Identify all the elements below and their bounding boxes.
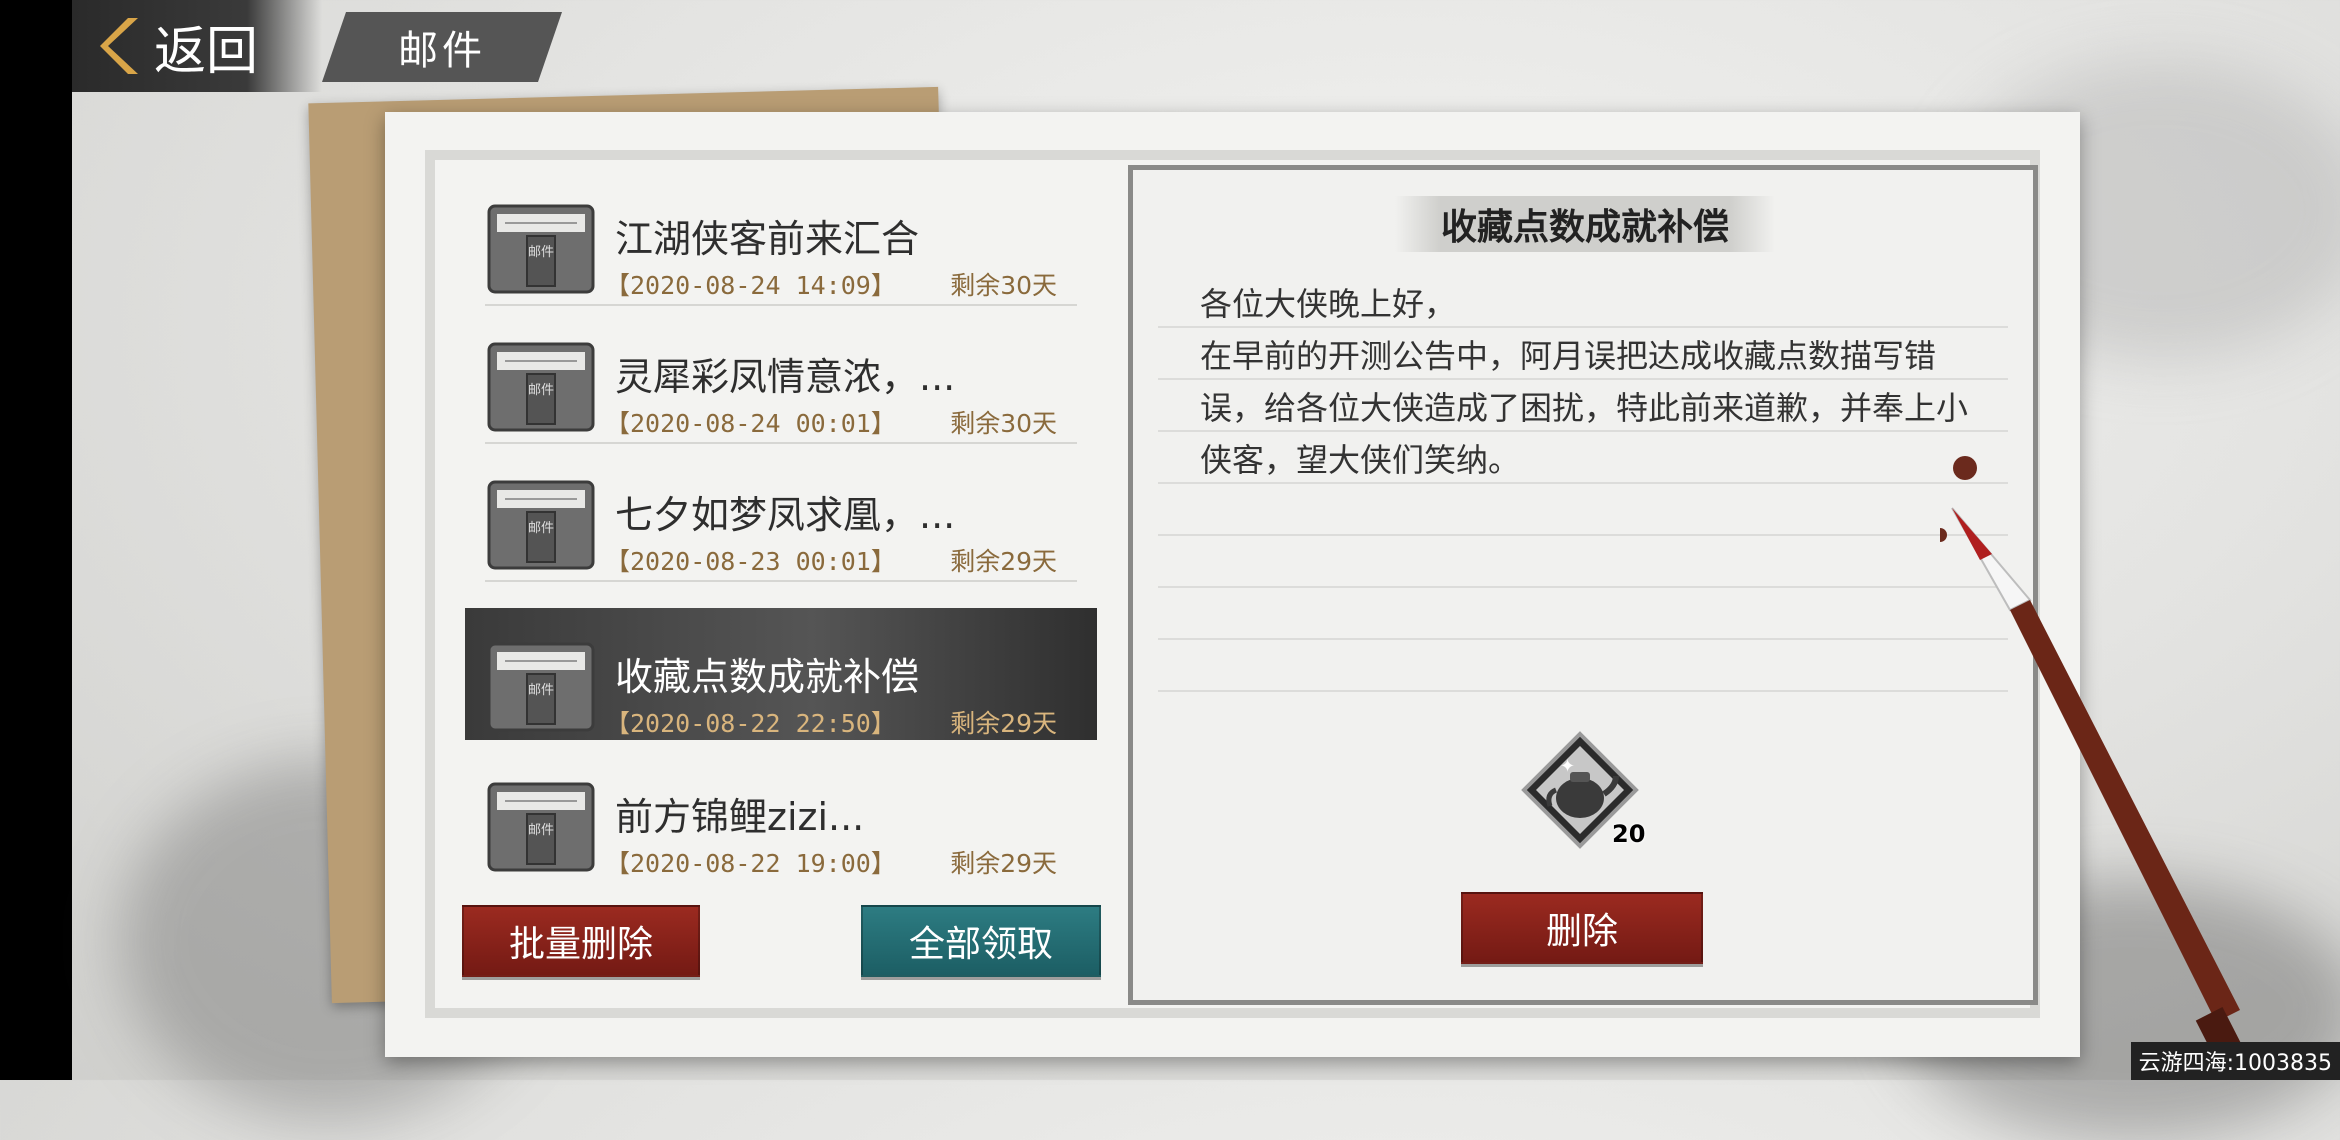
mail-icon-label: 邮件 bbox=[528, 683, 554, 698]
mail-remaining-days: 剩余30天 bbox=[950, 271, 1057, 300]
back-button[interactable]: 返回 bbox=[72, 0, 322, 92]
ruled-line bbox=[1158, 534, 2008, 536]
mail-icon-label: 邮件 bbox=[528, 245, 554, 260]
mail-date: 【2020-08-24 14:09】 bbox=[605, 271, 896, 300]
claim-all-button[interactable]: 全部领取 bbox=[861, 905, 1101, 977]
mail-date: 【2020-08-24 00:01】 bbox=[605, 409, 896, 438]
mail-envelope-icon: 邮件 bbox=[487, 342, 595, 432]
mail-icon-label: 邮件 bbox=[528, 521, 554, 536]
back-label: 返回 bbox=[154, 21, 259, 82]
mail-detail-title: 收藏点数成就补偿 bbox=[1440, 207, 1729, 248]
page-title-tab: 邮件 bbox=[322, 12, 562, 82]
mail-icon-label: 邮件 bbox=[528, 823, 554, 838]
mail-title: 前方锦鲤zizi... bbox=[615, 795, 865, 839]
mail-envelope-icon: 邮件 bbox=[487, 642, 595, 732]
mail-detail-title-bar: 收藏点数成就补偿 bbox=[1395, 196, 1775, 252]
mail-envelope-icon: 邮件 bbox=[487, 480, 595, 570]
divider bbox=[485, 304, 1077, 306]
mail-list-item[interactable]: 邮件 七夕如梦凤求凰，... 【2020-08-23 00:01】 剩余29天 bbox=[465, 446, 1097, 582]
mail-list-item-selected[interactable]: 邮件 收藏点数成就补偿 【2020-08-22 22:50】 剩余29天 bbox=[465, 608, 1097, 740]
ruled-line bbox=[1158, 638, 2008, 640]
mail-icon-label: 邮件 bbox=[528, 383, 554, 398]
page-title: 邮件 bbox=[398, 28, 486, 74]
mail-remaining-days: 剩余29天 bbox=[950, 547, 1057, 576]
screen-left-edge bbox=[0, 0, 72, 1080]
divider bbox=[485, 580, 1077, 582]
ruled-line bbox=[1158, 586, 2008, 588]
mail-date: 【2020-08-23 00:01】 bbox=[605, 547, 896, 576]
top-bar: 返回 邮件 bbox=[72, 0, 592, 92]
mail-remaining-days: 剩余29天 bbox=[950, 709, 1057, 738]
mail-title: 七夕如梦凤求凰，... bbox=[615, 493, 956, 537]
mail-envelope-icon: 邮件 bbox=[487, 782, 595, 872]
svg-text:✦: ✦ bbox=[1560, 756, 1575, 777]
mail-date: 【2020-08-22 22:50】 bbox=[605, 709, 896, 738]
mail-envelope-icon: 邮件 bbox=[487, 204, 595, 294]
divider bbox=[485, 442, 1077, 444]
mail-remaining-days: 剩余29天 bbox=[950, 849, 1057, 878]
mail-detail-paragraph: 在早前的开测公告中，阿月误把达成收藏点数描写错误，给各位大侠造成了困扰，特此前来… bbox=[1200, 337, 1969, 479]
mail-list-item[interactable]: 邮件 江湖侠客前来汇合 【2020-08-24 14:09】 剩余30天 bbox=[465, 170, 1097, 306]
delete-button[interactable]: 删除 bbox=[1461, 892, 1703, 964]
mail-date: 【2020-08-22 19:00】 bbox=[605, 849, 896, 878]
mail-title: 收藏点数成就补偿 bbox=[615, 655, 920, 699]
mail-detail-body: 各位大侠晚上好， 在早前的开测公告中，阿月误把达成收藏点数描写错误，给各位大侠造… bbox=[1200, 278, 1980, 486]
ruled-line bbox=[1158, 690, 2008, 692]
mail-detail-greeting: 各位大侠晚上好， bbox=[1200, 285, 1457, 323]
reward-count: 20 bbox=[1612, 820, 1646, 848]
mail-title: 灵犀彩凤情意浓，... bbox=[615, 355, 956, 399]
mail-title: 江湖侠客前来汇合 bbox=[615, 217, 920, 261]
batch-delete-button[interactable]: 批量删除 bbox=[462, 905, 700, 977]
mail-list-item[interactable]: 邮件 前方锦鲤zizi... 【2020-08-22 19:00】 剩余29天 bbox=[465, 748, 1097, 880]
mail-list-item[interactable]: 邮件 灵犀彩凤情意浓，... 【2020-08-24 00:01】 剩余30天 bbox=[465, 308, 1097, 444]
mail-remaining-days: 剩余30天 bbox=[950, 409, 1057, 438]
chevron-left-icon bbox=[100, 18, 138, 74]
watermark: 云游四海:1003835 bbox=[2130, 1042, 2340, 1080]
